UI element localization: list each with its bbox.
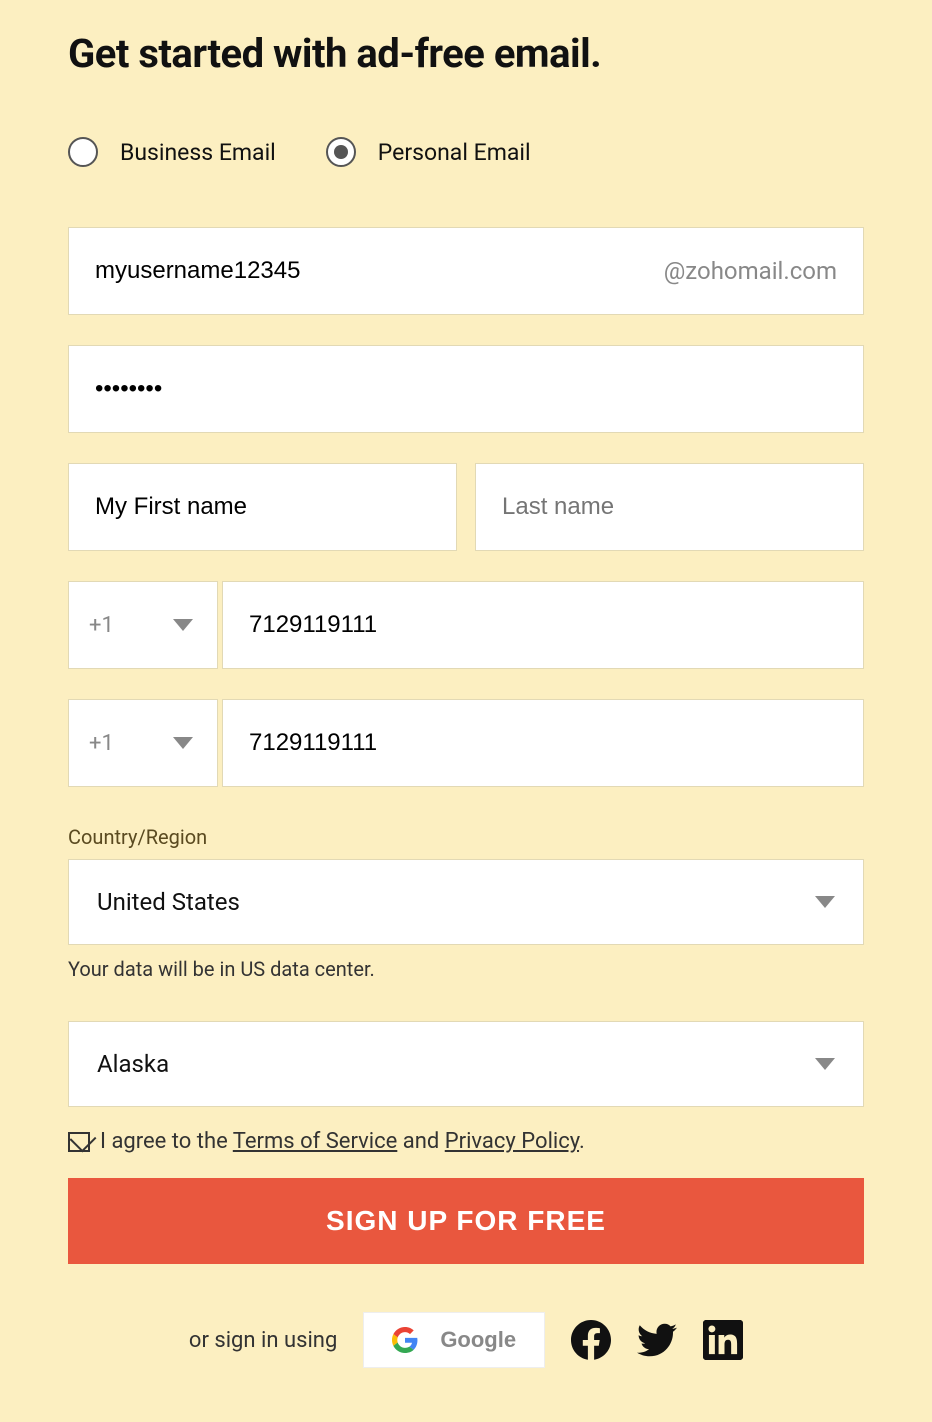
privacy-policy-link[interactable]: Privacy Policy xyxy=(445,1129,579,1154)
state-value: Alaska xyxy=(97,1050,169,1078)
first-name-input[interactable] xyxy=(95,493,430,521)
google-icon xyxy=(392,1327,418,1353)
state-select[interactable]: Alaska xyxy=(68,1021,864,1107)
phone2-country-code-select[interactable]: +1 xyxy=(68,699,218,787)
last-name-input[interactable] xyxy=(502,493,837,521)
facebook-icon[interactable] xyxy=(571,1320,611,1360)
radio-icon xyxy=(68,137,98,167)
phone2-field-wrap xyxy=(222,699,864,787)
agree-text-prefix: I agree to the xyxy=(100,1129,233,1154)
linkedin-icon[interactable] xyxy=(703,1320,743,1360)
chevron-down-icon xyxy=(173,619,193,631)
page-heading: Get started with ad-free email. xyxy=(68,30,864,77)
phone1-input[interactable] xyxy=(249,611,837,639)
radio-icon-checked xyxy=(326,137,356,167)
personal-email-radio[interactable]: Personal Email xyxy=(326,137,531,167)
phone2-input[interactable] xyxy=(249,729,837,757)
business-email-radio[interactable]: Business Email xyxy=(68,137,276,167)
phone1-field-wrap xyxy=(222,581,864,669)
terms-of-service-link[interactable]: Terms of Service xyxy=(233,1129,398,1154)
social-signin-row: or sign in using Google xyxy=(68,1312,864,1368)
agree-text-suffix: . xyxy=(579,1129,585,1154)
google-signin-button[interactable]: Google xyxy=(363,1312,545,1368)
agree-checkbox[interactable] xyxy=(68,1132,90,1152)
email-domain-suffix: @zohomail.com xyxy=(664,257,837,285)
last-name-field-wrap xyxy=(475,463,864,551)
chevron-down-icon xyxy=(173,737,193,749)
business-email-label: Business Email xyxy=(120,139,276,166)
phone1-country-code-value: +1 xyxy=(89,613,114,638)
twitter-icon[interactable] xyxy=(637,1320,677,1360)
country-helper-text: Your data will be in US data center. xyxy=(68,957,864,981)
username-input[interactable] xyxy=(95,257,664,285)
password-input[interactable] xyxy=(95,375,837,403)
agree-row: I agree to the Terms of Service and Priv… xyxy=(68,1129,864,1154)
country-value: United States xyxy=(97,888,240,916)
country-select[interactable]: United States xyxy=(68,859,864,945)
password-field-wrap xyxy=(68,345,864,433)
signup-button[interactable]: SIGN UP FOR FREE xyxy=(68,1178,864,1264)
first-name-field-wrap xyxy=(68,463,457,551)
username-field-wrap: @zohomail.com xyxy=(68,227,864,315)
google-label: Google xyxy=(440,1327,516,1353)
chevron-down-icon xyxy=(815,896,835,908)
phone1-country-code-select[interactable]: +1 xyxy=(68,581,218,669)
agree-text-mid: and xyxy=(397,1129,444,1154)
phone2-country-code-value: +1 xyxy=(89,731,114,756)
personal-email-label: Personal Email xyxy=(378,139,531,166)
chevron-down-icon xyxy=(815,1058,835,1070)
social-prefix-text: or sign in using xyxy=(189,1328,337,1353)
email-type-radio-group: Business Email Personal Email xyxy=(68,137,864,167)
country-label: Country/Region xyxy=(68,825,864,849)
